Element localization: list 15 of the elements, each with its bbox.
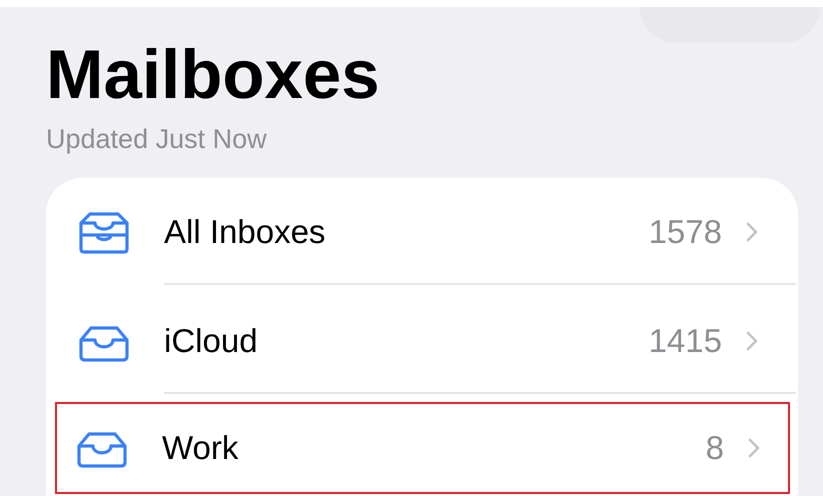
chevron-icon: [746, 222, 758, 242]
mailbox-name: All Inboxes: [164, 212, 326, 250]
update-status: Updated Just Now: [46, 123, 268, 156]
mailbox-name: Work: [162, 429, 240, 467]
chevron-icon: [748, 438, 760, 458]
mailbox-name: iCloud: [164, 322, 259, 360]
unread-count: 1415: [648, 322, 722, 360]
unread-count: 8: [706, 429, 724, 467]
page-title: Mailboxes: [46, 35, 381, 115]
stacked-tray-icon: [78, 210, 130, 254]
mailbox-row[interactable]: Work 8: [55, 402, 790, 494]
mailbox-row[interactable]: All Inboxes 1578: [46, 178, 798, 287]
unread-count: 1578: [648, 212, 722, 250]
chevron-icon: [746, 330, 758, 350]
mailbox-row[interactable]: iCloud 1415: [46, 287, 798, 396]
